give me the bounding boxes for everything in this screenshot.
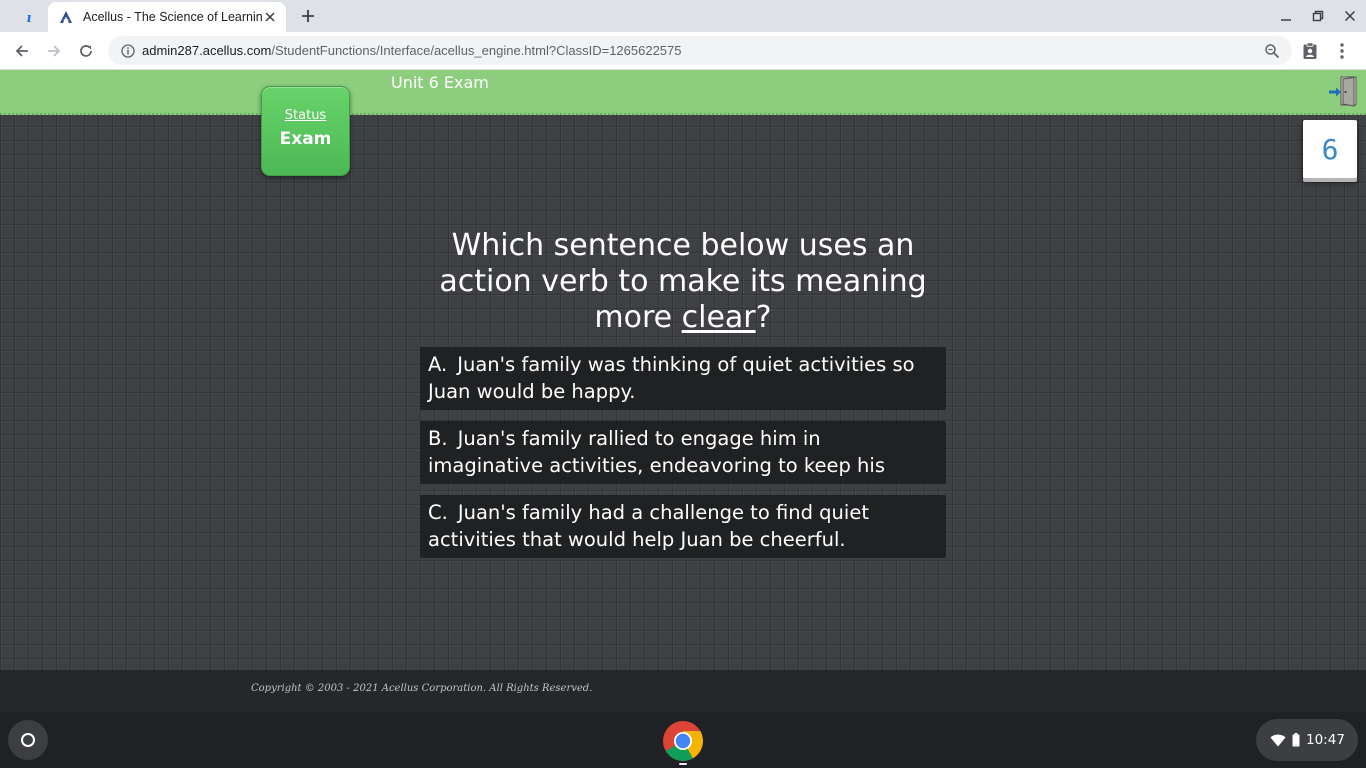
clock-time: 10:47 [1306, 732, 1345, 748]
os-shelf: 10:47 [0, 712, 1366, 768]
question-number-card: 6 [1303, 120, 1357, 178]
acellus-page: Unit 6 Exam Status Exam 6 Which sentence… [0, 70, 1366, 670]
answer-list: A. Juan's family was thinking of quiet ac… [420, 347, 946, 569]
close-window-button[interactable] [1334, 0, 1366, 32]
status-tray[interactable]: 10:47 [1256, 719, 1358, 761]
status-value: Exam [279, 129, 332, 149]
running-app-indicator [679, 763, 687, 765]
answer-option-b[interactable]: B. Juan's family rallied to engage him in… [420, 421, 946, 484]
browser-menu-button[interactable] [1326, 35, 1358, 67]
back-arrow-icon [15, 45, 28, 57]
launcher-button[interactable] [8, 720, 48, 760]
zoom-icon[interactable] [1262, 41, 1282, 61]
restore-icon [1312, 10, 1324, 22]
forward-arrow-icon [48, 45, 61, 57]
new-tab-button[interactable] [296, 4, 320, 28]
pinned-tab-icon: ı [26, 10, 32, 26]
address-bar[interactable]: admin287.acellus.com/StudentFunctions/In… [108, 36, 1292, 65]
unit-title: Unit 6 Exam [391, 73, 489, 92]
reload-icon [80, 45, 92, 57]
extension-button[interactable] [1294, 35, 1326, 67]
answer-option-a[interactable]: A. Juan's family was thinking of quiet ac… [420, 347, 946, 410]
exit-door-icon[interactable] [1328, 76, 1358, 108]
browser-toolbar: admin287.acellus.com/StudentFunctions/In… [0, 32, 1366, 70]
answer-letter: A. [428, 353, 448, 376]
pinned-tab[interactable]: ı [8, 4, 50, 32]
question-text: Which sentence below uses an action verb… [433, 228, 933, 336]
header-band: Unit 6 Exam [0, 70, 1366, 115]
minimize-icon [1281, 19, 1291, 21]
plus-icon [302, 10, 314, 22]
clipboard-icon [1303, 42, 1317, 59]
close-tab-icon[interactable] [262, 9, 278, 25]
close-icon [1344, 10, 1356, 22]
launcher-icon [21, 733, 35, 747]
answer-letter: B. [428, 427, 448, 450]
url-text[interactable]: admin287.acellus.com/StudentFunctions/In… [142, 43, 1262, 58]
forward-button[interactable] [38, 35, 70, 67]
reload-button[interactable] [70, 35, 102, 67]
minimize-window-button[interactable] [1270, 0, 1302, 32]
tab-title: Acellus - The Science of Learning [83, 10, 262, 24]
kebab-menu-icon [1340, 43, 1344, 59]
restore-window-button[interactable] [1302, 0, 1334, 32]
status-label: Status [284, 108, 327, 123]
acellus-favicon-icon [58, 9, 74, 25]
chrome-icon[interactable] [662, 720, 704, 762]
answer-text: Juan's family rallied to engage him in i… [428, 427, 885, 484]
question-underlined-word: clear [681, 300, 756, 335]
page-footer: Copyright © 2003 - 2021 Acellus Corporat… [0, 670, 1366, 712]
back-button[interactable] [6, 35, 38, 67]
active-tab[interactable]: Acellus - The Science of Learning [48, 2, 286, 32]
status-tile[interactable]: Status Exam [261, 86, 350, 176]
browser-tabstrip: ı Acellus - The Science of Learning [0, 0, 1366, 32]
answer-text: Juan's family had a challenge to find qu… [428, 501, 869, 551]
answer-option-c[interactable]: C. Juan's family had a challenge to find … [420, 495, 946, 558]
battery-icon [1292, 733, 1300, 747]
answer-letter: C. [428, 501, 448, 524]
wifi-icon [1270, 734, 1286, 747]
answer-text: Juan's family was thinking of quiet acti… [428, 353, 915, 403]
site-info-icon[interactable] [120, 43, 136, 59]
question-text-end: ? [755, 300, 772, 335]
copyright-text: Copyright © 2003 - 2021 Acellus Corporat… [251, 683, 593, 694]
